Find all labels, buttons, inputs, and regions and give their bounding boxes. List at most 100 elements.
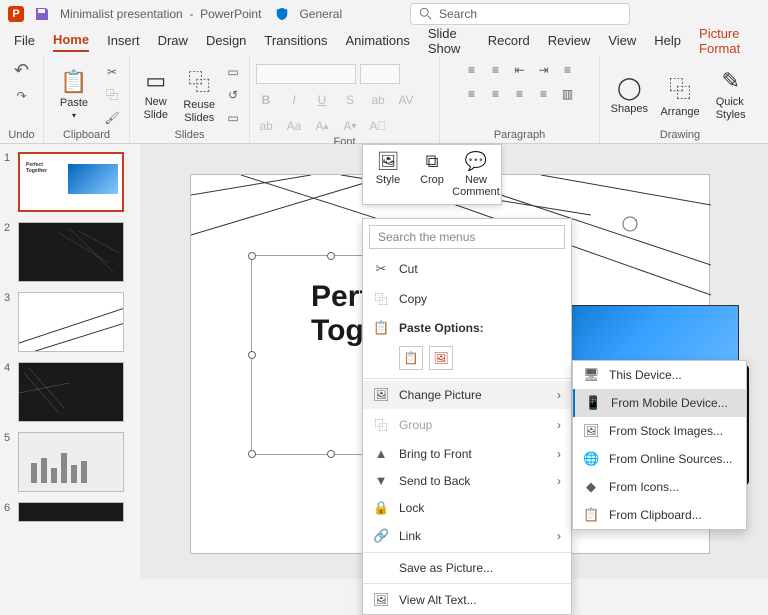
ctx-copy[interactable]: ⿻Copy [363, 283, 571, 314]
shapes-button[interactable]: ◯ Shapes [606, 75, 653, 115]
quick-styles-button[interactable]: ✎ Quick Styles [707, 68, 754, 120]
rotate-handle-icon[interactable] [621, 215, 639, 233]
picture-style-button[interactable]: 🖼 Style [367, 149, 409, 200]
link-icon: 🔗 [373, 528, 389, 544]
highlight-button[interactable]: ab [256, 116, 276, 136]
justify-button[interactable]: ≡ [534, 84, 554, 104]
shapes-icon: ◯ [617, 75, 642, 101]
group-paragraph-label: Paragraph [446, 129, 593, 141]
crop-button[interactable]: ⧉ Crop [411, 149, 453, 200]
tab-review[interactable]: Review [548, 33, 591, 51]
tab-insert[interactable]: Insert [107, 33, 140, 51]
tab-help[interactable]: Help [654, 33, 681, 51]
layout-button[interactable]: ▭ [223, 62, 243, 82]
group-slides-label: Slides [136, 129, 243, 141]
submenu-online-sources[interactable]: 🌐From Online Sources... [573, 445, 746, 473]
ctx-view-alt-text[interactable]: 🖼View Alt Text... [363, 586, 571, 614]
paste-option-1[interactable]: 📋 [399, 346, 423, 370]
new-comment-button[interactable]: 💬 New Comment [455, 149, 497, 200]
shadow-button[interactable]: ab [368, 90, 388, 110]
ctx-change-picture[interactable]: 🖼Change Picture› [363, 381, 571, 409]
menu-search-input[interactable]: Search the menus [369, 225, 565, 249]
ctx-lock[interactable]: 🔒Lock [363, 494, 571, 522]
case-button[interactable]: Aa [284, 116, 304, 136]
ctx-send-back[interactable]: ▼Send to Back› [363, 467, 571, 494]
undo-button[interactable]: ↶ [12, 60, 32, 80]
align-right-button[interactable]: ≡ [510, 84, 530, 104]
tab-picture-format[interactable]: Picture Format [699, 26, 754, 59]
paste-option-2[interactable]: 🖼 [429, 346, 453, 370]
search-input[interactable]: Search [410, 3, 630, 25]
clipboard-icon: 📋 [373, 320, 389, 336]
copy-button[interactable]: ⿻ [102, 85, 122, 105]
submenu-this-device[interactable]: 🖥This Device... [573, 361, 746, 389]
thumbnail-2[interactable] [18, 222, 124, 282]
indent-inc-button[interactable]: ⇥ [534, 60, 554, 80]
align-center-button[interactable]: ≡ [486, 84, 506, 104]
thumbnail-6[interactable] [18, 502, 124, 522]
ctx-save-as-picture[interactable]: Save as Picture... [363, 555, 571, 581]
submenu-from-clipboard[interactable]: 📋From Clipboard... [573, 501, 746, 529]
clear-format-button[interactable]: A⃠ [368, 116, 388, 136]
indent-dec-button[interactable]: ⇤ [510, 60, 530, 80]
reset-button[interactable]: ↺ [223, 85, 243, 105]
mobile-icon: 📱 [585, 395, 601, 411]
powerpoint-icon: P [8, 6, 24, 22]
submenu-from-icons[interactable]: ◆From Icons... [573, 473, 746, 501]
ctx-cut[interactable]: ✂Cut [363, 255, 571, 283]
thumb-number: 5 [4, 432, 14, 492]
underline-button[interactable]: U [312, 90, 332, 110]
arrange-button[interactable]: ⿻ Arrange [657, 72, 704, 118]
italic-button[interactable]: I [284, 90, 304, 110]
bullets-button[interactable]: ≡ [462, 60, 482, 80]
thumb-number: 4 [4, 362, 14, 422]
tab-slideshow[interactable]: Slide Show [428, 26, 470, 59]
thumbnail-1[interactable]: PerfectTogether [18, 152, 124, 212]
font-family-select[interactable] [256, 64, 356, 84]
tab-animations[interactable]: Animations [346, 33, 410, 51]
thumbnail-3[interactable] [18, 292, 124, 352]
icons-icon: ◆ [583, 479, 599, 495]
send-back-icon: ▼ [373, 473, 389, 488]
line-spacing-button[interactable]: ≡ [558, 60, 578, 80]
tab-design[interactable]: Design [206, 33, 246, 51]
shrink-font-button[interactable]: A▾ [340, 116, 360, 136]
tab-transitions[interactable]: Transitions [264, 33, 327, 51]
slide-thumbnails: 1 PerfectTogether 2 3 4 5 6 [0, 144, 140, 579]
style-icon: 🖼 [377, 151, 400, 172]
ctx-link[interactable]: 🔗Link› [363, 522, 571, 550]
change-picture-submenu: 🖥This Device... 📱From Mobile Device... 🖼… [572, 360, 747, 530]
cut-button[interactable]: ✂ [102, 62, 122, 82]
columns-button[interactable]: ▥ [558, 84, 578, 104]
tab-file[interactable]: File [14, 33, 35, 51]
spacing-button[interactable]: AV [396, 90, 416, 110]
new-slide-button[interactable]: ▭ New Slide [136, 68, 176, 120]
tab-record[interactable]: Record [488, 33, 530, 51]
align-left-button[interactable]: ≡ [462, 84, 482, 104]
grow-font-button[interactable]: A▴ [312, 116, 332, 136]
quick-styles-icon: ✎ [721, 68, 739, 94]
sensitivity-label: General [299, 7, 342, 21]
bold-button[interactable]: B [256, 90, 276, 110]
shield-icon [275, 7, 289, 21]
thumbnail-4[interactable] [18, 362, 124, 422]
font-size-select[interactable] [360, 64, 400, 84]
thumbnail-5[interactable] [18, 432, 124, 492]
chevron-right-icon: › [557, 388, 561, 402]
format-painter-button[interactable]: 🖌 [102, 108, 122, 128]
paste-button[interactable]: 📋 Paste▾ [50, 69, 98, 120]
submenu-mobile-device[interactable]: 📱From Mobile Device... [573, 389, 746, 417]
save-icon[interactable] [34, 6, 50, 22]
strike-button[interactable]: S [340, 90, 360, 110]
tab-draw[interactable]: Draw [158, 33, 188, 51]
clipboard-icon: 📋 [60, 69, 87, 95]
alt-text-icon: 🖼 [373, 592, 389, 608]
redo-button[interactable]: ↷ [12, 86, 32, 106]
section-button[interactable]: ▭ [223, 108, 243, 128]
reuse-slides-button[interactable]: ⿻ Reuse Slides [180, 65, 220, 123]
submenu-stock-images[interactable]: 🖼From Stock Images... [573, 417, 746, 445]
tab-home[interactable]: Home [53, 32, 89, 52]
ctx-bring-front[interactable]: ▲Bring to Front› [363, 440, 571, 467]
tab-view[interactable]: View [608, 33, 636, 51]
numbering-button[interactable]: ≡ [486, 60, 506, 80]
